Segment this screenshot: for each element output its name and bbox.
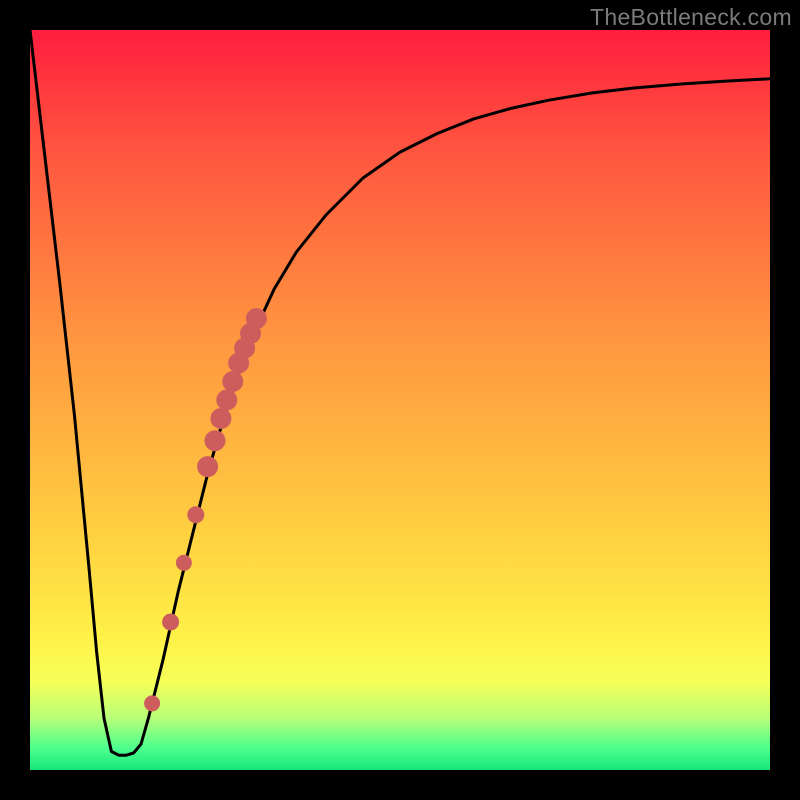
- watermark-text: TheBottleneck.com: [590, 4, 792, 31]
- chart-stage: TheBottleneck.com: [0, 0, 800, 800]
- chart-plot-area: [30, 30, 770, 770]
